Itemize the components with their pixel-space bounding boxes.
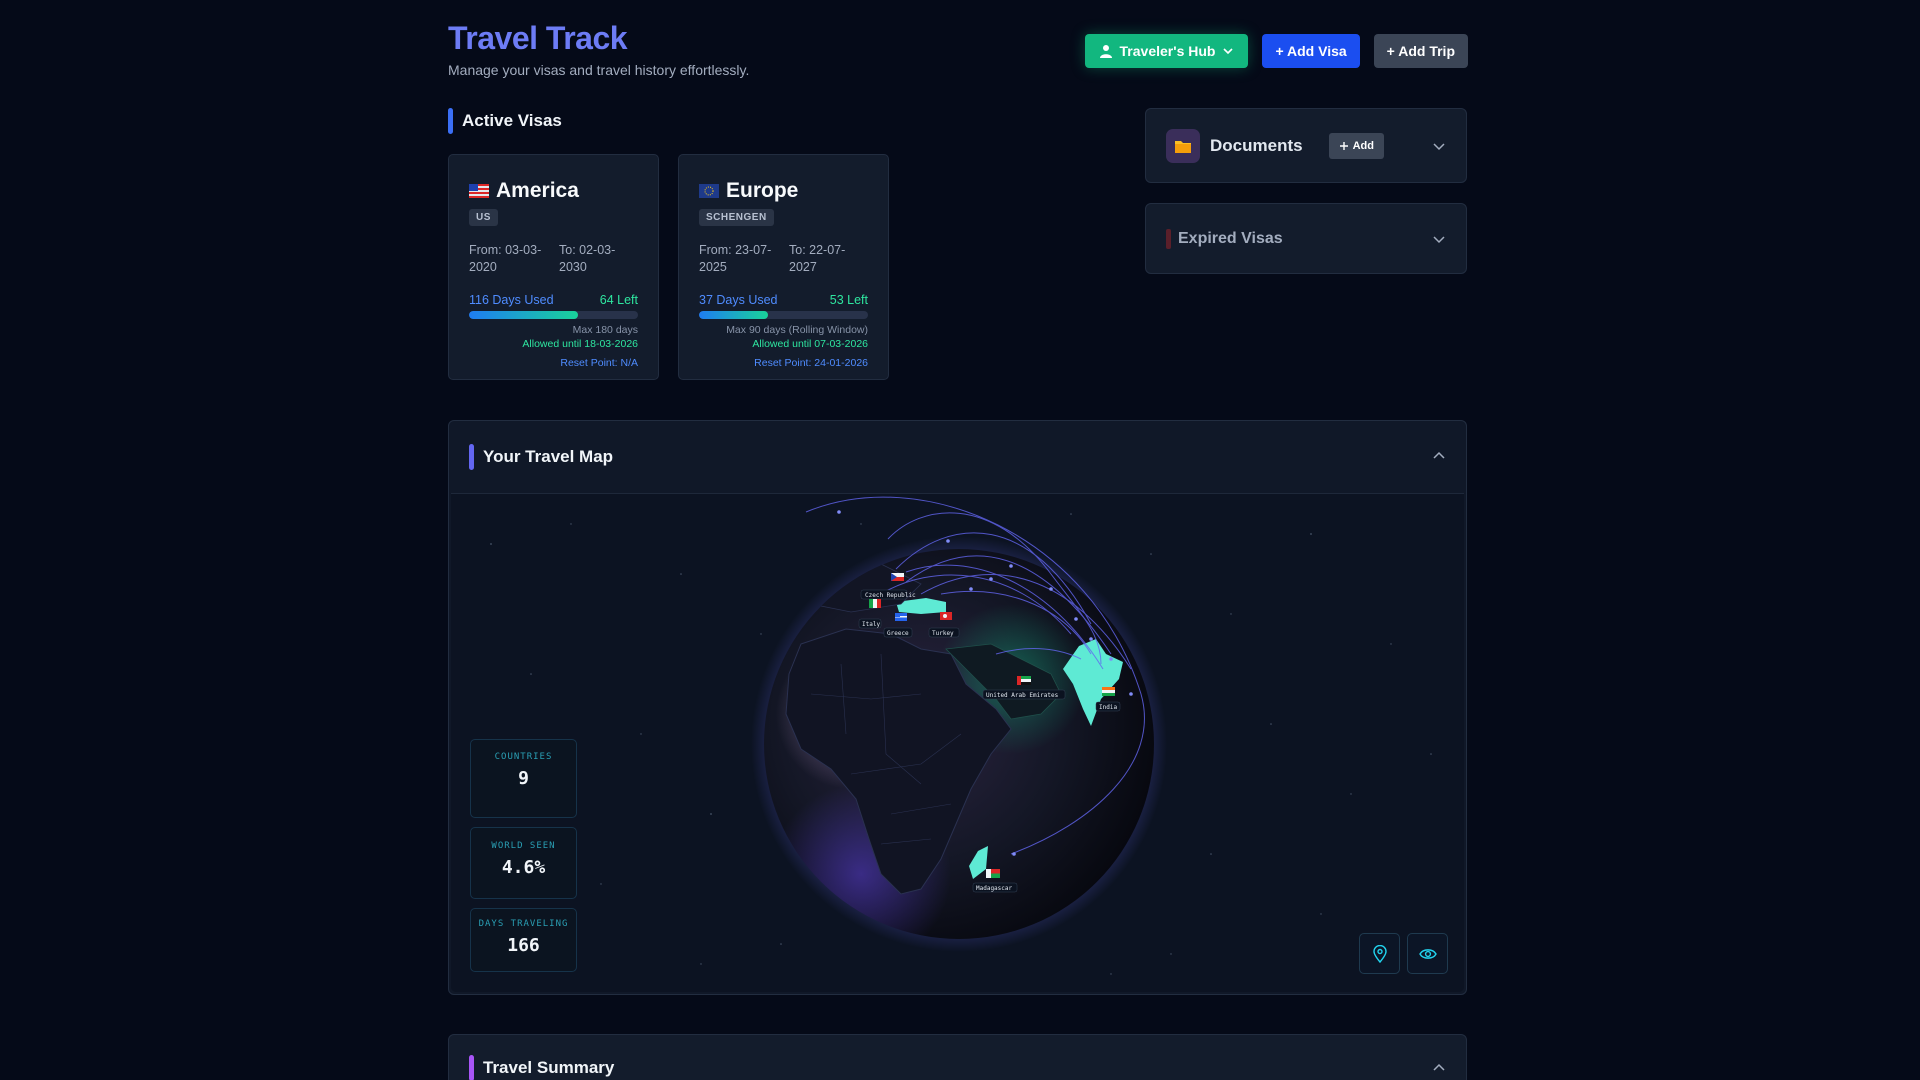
- usage-progress-bar: [469, 310, 638, 319]
- italy-flag-icon: [869, 599, 881, 608]
- visa-max-days: Max 180 days: [572, 323, 638, 336]
- header-actions: Traveler's Hub + Add Visa + Add Trip: [1084, 34, 1468, 68]
- visa-dates: From: 23-07-2025 To: 22-07-2027: [699, 242, 868, 276]
- visa-code-badge: US: [469, 209, 498, 226]
- label-india: India: [1099, 704, 1117, 711]
- stat-label: WORLD SEEN: [491, 841, 556, 851]
- label-czech-republic: Czech Republic: [865, 592, 916, 599]
- stat-countries: COUNTRIES 9: [470, 739, 577, 818]
- travel-summary-heading: Travel Summary: [469, 1055, 614, 1080]
- travelers-hub-label: Traveler's Hub: [1119, 43, 1216, 59]
- stat-value: 166: [507, 935, 540, 956]
- travel-map-title: Your Travel Map: [483, 447, 614, 466]
- days-left: 53 Left: [829, 292, 868, 307]
- turkey-flag-icon: [940, 612, 952, 620]
- visa-card-europe[interactable]: Europe SCHENGEN From: 23-07-2025 To: 22-…: [678, 154, 889, 380]
- chevron-up-icon[interactable]: [1432, 1061, 1446, 1075]
- travel-map-heading: Your Travel Map: [469, 444, 613, 470]
- visa-dates: From: 03-03-2020 To: 02-03-2030: [469, 242, 638, 276]
- visa-name-row: Europe: [699, 179, 868, 203]
- chevron-down-icon[interactable]: [1432, 139, 1446, 153]
- uae-flag-icon: [1017, 676, 1031, 685]
- travel-map-panel: Your Travel Map Czech Republic Italy Gre…: [448, 420, 1467, 995]
- visa-usage-row: 37 Days Used 53 Left: [699, 293, 868, 307]
- czech-flag-icon: [891, 573, 904, 581]
- days-used: 37 Days Used: [699, 292, 778, 307]
- active-visas-title: Active Visas: [462, 111, 562, 130]
- visa-allowed-until: Allowed until 18-03-2026: [522, 337, 638, 350]
- globe-viewport[interactable]: Czech Republic Italy Greece Turkey Unite…: [451, 493, 1464, 992]
- active-visas-heading: Active Visas: [448, 108, 562, 134]
- chevron-down-icon: [1223, 48, 1234, 55]
- usage-progress-fill: [699, 310, 769, 319]
- expired-accent-bar: [1166, 228, 1171, 249]
- map-pin-icon: [1372, 944, 1387, 963]
- travel-track-page: Travel Track Manage your visas and trave…: [0, 0, 1920, 1080]
- madagascar-flag-icon: [986, 869, 1000, 878]
- usage-progress-fill: [469, 310, 578, 319]
- app-subtitle: Manage your visas and travel history eff…: [448, 62, 750, 78]
- stat-label: COUNTRIES: [494, 752, 553, 762]
- label-greece: Greece: [887, 630, 909, 637]
- plus-icon: [1339, 141, 1348, 150]
- stat-value: 9: [518, 768, 529, 789]
- visa-from-date: From: 23-07-2025: [699, 243, 772, 274]
- visa-max-days: Max 90 days (Rolling Window): [726, 323, 868, 336]
- add-trip-button[interactable]: + Add Trip: [1373, 34, 1468, 68]
- chevron-up-icon[interactable]: [1432, 449, 1446, 463]
- travelers-hub-button[interactable]: Traveler's Hub: [1084, 34, 1249, 68]
- label-uae: United Arab Emirates: [986, 692, 1059, 699]
- section-accent-bar: [448, 108, 453, 134]
- stat-value: 4.6%: [501, 857, 546, 878]
- visa-name-row: America: [469, 179, 638, 203]
- globe-canvas: Czech Republic Italy Greece Turkey Unite…: [490, 496, 1432, 975]
- visa-code-badge: SCHENGEN: [699, 209, 774, 226]
- add-visa-button[interactable]: + Add Visa: [1262, 34, 1360, 68]
- add-document-button[interactable]: Add: [1328, 132, 1384, 159]
- visa-to-date: To: 02-03-2030: [559, 243, 616, 274]
- expired-visas-title: Expired Visas: [1178, 229, 1283, 247]
- visa-name: Europe: [726, 179, 799, 202]
- us-flag-icon: [469, 184, 489, 198]
- folder-icon: [1175, 140, 1191, 153]
- stat-days-traveling: DAYS TRAVELING 166: [470, 908, 577, 972]
- add-document-label: Add: [1352, 139, 1374, 152]
- label-madagascar: Madagascar: [976, 885, 1013, 892]
- visa-reset-point: Reset Point: N/A: [560, 356, 638, 369]
- section-accent-bar: [469, 444, 474, 470]
- documents-title: Documents: [1210, 135, 1303, 155]
- travel-summary-panel: Travel Summary: [448, 1034, 1467, 1080]
- user-icon: [1099, 45, 1112, 58]
- eu-flag-icon: [699, 184, 719, 198]
- folder-icon-wrap: [1166, 128, 1200, 163]
- expired-visas-panel[interactable]: Expired Visas: [1145, 203, 1467, 274]
- visa-to-date: To: 22-07-2027: [789, 243, 846, 274]
- days-used: 116 Days Used: [469, 292, 554, 307]
- app-title: Travel Track: [448, 20, 628, 56]
- india-flag-icon: [1102, 687, 1115, 696]
- section-accent-bar: [469, 1055, 474, 1080]
- days-left: 64 Left: [599, 292, 638, 307]
- visa-card-america[interactable]: America US From: 03-03-2020 To: 02-03-20…: [448, 154, 659, 380]
- usage-progress-bar: [699, 310, 868, 319]
- documents-panel[interactable]: Documents Add: [1145, 108, 1467, 183]
- visa-reset-point: Reset Point: 24-01-2026: [754, 356, 868, 369]
- map-view-toggle-button[interactable]: [1407, 933, 1448, 974]
- visa-from-date: From: 03-03-2020: [469, 243, 542, 274]
- visa-name: America: [496, 179, 579, 202]
- chevron-down-icon[interactable]: [1432, 232, 1446, 246]
- map-pin-button[interactable]: [1359, 933, 1400, 974]
- visa-allowed-until: Allowed until 07-03-2026: [752, 337, 868, 350]
- travel-summary-title: Travel Summary: [483, 1058, 615, 1077]
- eye-icon: [1418, 948, 1437, 959]
- visa-usage-row: 116 Days Used 64 Left: [469, 293, 638, 307]
- stat-label: DAYS TRAVELING: [478, 919, 569, 929]
- stat-world-seen: WORLD SEEN 4.6%: [470, 827, 577, 899]
- label-turkey: Turkey: [932, 630, 954, 637]
- label-italy: Italy: [862, 621, 880, 628]
- greece-flag-icon: [895, 613, 907, 621]
